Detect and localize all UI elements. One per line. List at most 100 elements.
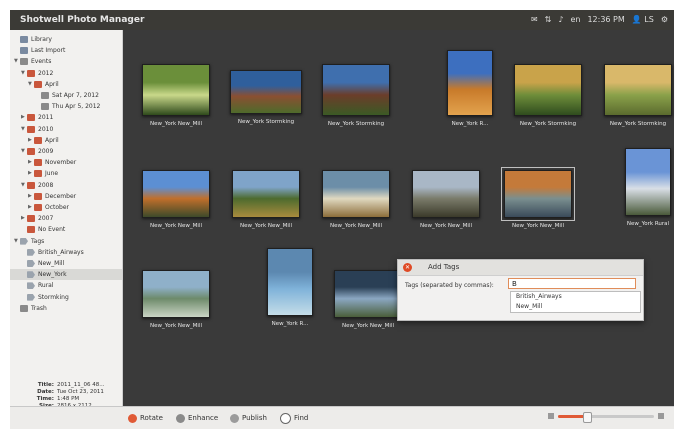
photo-caption: New_York New_Mill: [149, 121, 202, 127]
expander-icon[interactable]: ▼: [14, 236, 20, 247]
photo-image[interactable]: [142, 270, 210, 318]
folder-icon: [34, 80, 42, 88]
sidebar-item-label: 2008: [38, 181, 54, 189]
sidebar-item[interactable]: ▶ April: [10, 135, 122, 146]
photo-caption: New_York New_Mill: [239, 223, 292, 229]
photo-thumbnail[interactable]: New_York New_Mill: [141, 170, 211, 229]
folder-icon: [27, 148, 35, 155]
metadata-row: Date: Tue Oct 23, 2011: [14, 389, 119, 396]
sidebar-item[interactable]: ▶ October: [10, 202, 122, 213]
photo-thumbnail[interactable]: New_York R...: [435, 50, 505, 127]
autocomplete-option[interactable]: New_Mill: [511, 302, 640, 312]
sidebar-item[interactable]: ▼ 2012: [10, 68, 122, 79]
zoom-track[interactable]: [558, 411, 654, 423]
zoom-out-icon[interactable]: [548, 413, 554, 419]
enhance-button[interactable]: Enhance: [176, 412, 218, 424]
sidebar-item[interactable]: Library: [10, 34, 122, 45]
search-icon: [280, 412, 291, 424]
indicator-4[interactable]: 12:36 PM: [587, 10, 624, 30]
sidebar-item[interactable]: ▼ Tags: [10, 236, 122, 247]
photo-image[interactable]: [232, 170, 300, 218]
sidebar-item[interactable]: No Event: [10, 224, 122, 235]
photo-image[interactable]: [142, 170, 210, 218]
sidebar-item[interactable]: British_Airways: [10, 247, 122, 258]
sidebar-item[interactable]: ▶ November: [10, 157, 122, 168]
photo-thumbnail[interactable]: New_York Stormking: [603, 64, 673, 127]
autocomplete-option[interactable]: British_Airways: [511, 292, 640, 302]
photo-image[interactable]: [501, 167, 575, 221]
photo-thumbnail[interactable]: New_York New_Mill: [501, 167, 575, 229]
autocomplete-list: British_Airways New_Mill: [510, 291, 641, 313]
photo-image[interactable]: [625, 148, 671, 216]
zoom-handle[interactable]: [582, 411, 592, 423]
sidebar-item[interactable]: ▼ 2010: [10, 124, 122, 135]
photo-caption: New_York New_Mill: [149, 223, 202, 229]
photo-image[interactable]: [230, 70, 302, 114]
photo-image[interactable]: [514, 64, 582, 116]
sidebar-item[interactable]: Sat Apr 7, 2012: [10, 90, 122, 101]
photo-image[interactable]: [447, 50, 493, 116]
sidebar-item-label: 2012: [38, 69, 54, 77]
sidebar-item[interactable]: Trash: [10, 303, 122, 314]
tag-icon: [27, 293, 35, 301]
photo-image[interactable]: [322, 64, 390, 116]
folder-icon: [34, 136, 42, 144]
photo-thumbnail[interactable]: New_York New_Mill: [321, 170, 391, 229]
folder-icon: [34, 159, 42, 167]
sidebar-item-label: Last Import: [31, 47, 66, 55]
indicator-5[interactable]: 👤 LS: [632, 10, 654, 30]
photo-thumbnail[interactable]: New_York R...: [255, 248, 325, 327]
sidebar-item[interactable]: ▼ 2009: [10, 146, 122, 157]
find-button[interactable]: Find: [280, 412, 308, 424]
sidebar-item[interactable]: ▼ Events: [10, 56, 122, 67]
photo-image[interactable]: [322, 170, 390, 218]
metadata-value: Tue Oct 23, 2011: [57, 389, 104, 395]
photo-thumbnail[interactable]: New_York New_Mill: [141, 64, 211, 127]
sidebar-item[interactable]: New_Mill: [10, 258, 122, 269]
sidebar-item[interactable]: Last Import: [10, 45, 122, 56]
photo-thumbnail[interactable]: New_York Stormking: [321, 64, 391, 127]
sidebar-item[interactable]: ▼ 2008: [10, 180, 122, 191]
photo-image[interactable]: [267, 248, 313, 316]
photo-thumbnail[interactable]: New_York New_Mill: [333, 270, 403, 329]
photo-thumbnail[interactable]: New_York New_Mill: [411, 170, 481, 229]
sidebar-item[interactable]: ▶ June: [10, 168, 122, 179]
sidebar-item-label: Sat Apr 7, 2012: [52, 92, 99, 99]
sidebar-item-label: 2011: [38, 114, 54, 122]
indicator-3[interactable]: en: [570, 10, 580, 30]
photo-thumbnail[interactable]: New_York Rural: [613, 148, 682, 227]
system-indicators: ✉ ⇅ ♪ en 12:36 PM 👤 LS ⚙: [531, 10, 668, 30]
indicator-6[interactable]: ⚙: [661, 10, 668, 30]
photo-image[interactable]: [142, 64, 210, 116]
indicator-0[interactable]: ✉: [531, 10, 538, 30]
photo-thumbnail[interactable]: New_York Stormking: [513, 64, 583, 127]
sidebar-item[interactable]: ▶ 2007: [10, 213, 122, 224]
rotate-button[interactable]: Rotate: [128, 412, 163, 424]
photo-image[interactable]: [604, 64, 672, 116]
zoom-slider[interactable]: [548, 411, 664, 423]
photo-caption: New_York Stormking: [237, 119, 295, 125]
photo-thumbnail[interactable]: New_York New_Mill: [231, 170, 301, 229]
sidebar-item[interactable]: ▼ April: [10, 79, 122, 90]
zoom-in-icon[interactable]: [658, 413, 664, 419]
sidebar-item[interactable]: New_York: [10, 269, 122, 281]
indicator-2[interactable]: ♪: [558, 10, 563, 30]
photo-image[interactable]: [412, 170, 480, 218]
sidebar-item[interactable]: Rural: [10, 280, 122, 291]
photo-thumbnail[interactable]: New_York New_Mill: [141, 270, 211, 329]
sidebar-item[interactable]: Thu Apr 5, 2012: [10, 101, 122, 112]
photo-grid: New_York New_Mill New_York Stormking New_Y…: [123, 30, 674, 406]
sidebar-item[interactable]: ▶ December: [10, 191, 122, 202]
tag-icon: [27, 260, 35, 267]
photo-thumbnail[interactable]: New_York Stormking: [230, 70, 302, 125]
publish-button[interactable]: Publish: [230, 412, 267, 424]
indicator-1[interactable]: ⇅: [545, 10, 552, 30]
photo-image[interactable]: [334, 270, 402, 318]
tags-input[interactable]: B: [508, 278, 636, 289]
close-icon[interactable]: ✕: [403, 263, 412, 272]
find-label: Find: [294, 414, 309, 422]
sidebar-item[interactable]: ▶ 2011: [10, 112, 122, 123]
calendar-icon: [20, 58, 28, 66]
sidebar-item[interactable]: Stormking: [10, 292, 122, 303]
photo-caption: New_York New_Mill: [329, 223, 382, 229]
